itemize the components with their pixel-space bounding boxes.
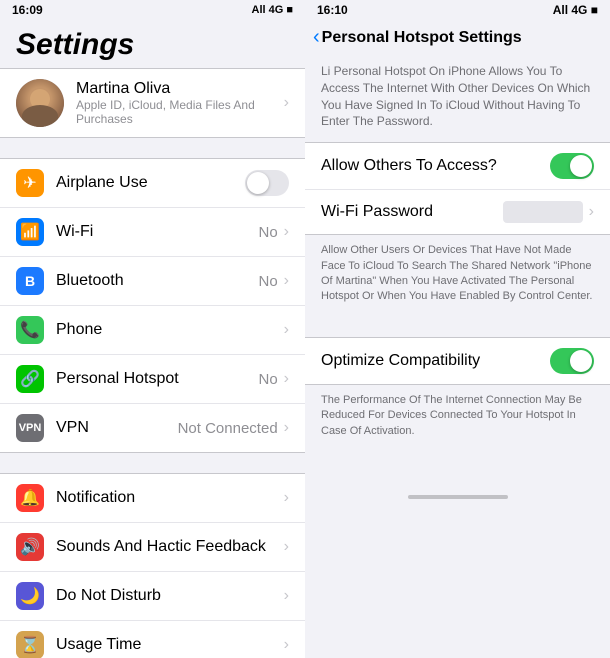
allow-group: Allow Others To Access? Wi-Fi Password › (305, 142, 610, 235)
avatar-image (16, 79, 64, 127)
notification-icon: 🔔 (16, 484, 44, 512)
vpn-label: VPN (56, 419, 178, 437)
right-time: 16:10 (317, 3, 348, 17)
wifi-chevron: › (284, 223, 289, 241)
usage-label: Usage Time (56, 636, 284, 654)
phone-label: Phone (56, 321, 284, 339)
bluetooth-chevron: › (284, 272, 289, 290)
sounds-chevron: › (284, 538, 289, 556)
dnd-chevron: › (284, 587, 289, 605)
wifi-value: No (258, 224, 277, 241)
phone-row[interactable]: 📞 Phone › (0, 306, 305, 355)
airplane-toggle[interactable] (245, 170, 289, 196)
left-network-info: All 4G ■ (252, 4, 293, 16)
sounds-icon: 🔊 (16, 533, 44, 561)
wifi-icon: 📶 (16, 218, 44, 246)
phone-chevron: › (284, 321, 289, 339)
left-time: 16:09 (12, 3, 43, 17)
hotspot-icon: 🔗 (16, 365, 44, 393)
hotspot-chevron: › (284, 370, 289, 388)
right-status-bar: 16:10 All 4G ■ (305, 0, 610, 20)
back-arrow-icon: ‹ (313, 26, 320, 49)
settings-title: Settings (0, 20, 305, 68)
right-network-info: All 4G ■ (553, 3, 598, 17)
vpn-row[interactable]: VPN VPN Not Connected › (0, 404, 305, 452)
profile-sub: Apple ID, iCloud, Media Files And Purcha… (76, 98, 284, 126)
left-network: All 4G (252, 4, 284, 16)
wifi-label: Wi-Fi (56, 223, 258, 241)
sounds-label: Sounds And Hactic Feedback (56, 538, 284, 556)
notification-row[interactable]: 🔔 Notification › (0, 474, 305, 523)
connectivity-group: ✈ Airplane Use 📶 Wi-Fi No › B Bluetooth … (0, 158, 305, 453)
bluetooth-label: Bluetooth (56, 272, 258, 290)
home-indicator (408, 495, 508, 499)
usage-row[interactable]: ⌛ Usage Time › (0, 621, 305, 658)
airplane-row[interactable]: ✈ Airplane Use (0, 159, 305, 208)
left-status-bar: 16:09 All 4G ■ (0, 0, 305, 20)
right-battery: ■ (591, 3, 598, 17)
right-header: ‹ Personal Hotspot Settings (305, 20, 610, 55)
hotspot-label: Personal Hotspot (56, 370, 258, 388)
bluetooth-row[interactable]: B Bluetooth No › (0, 257, 305, 306)
usage-icon: ⌛ (16, 631, 44, 658)
notification-label: Notification (56, 489, 284, 507)
right-network: All 4G (553, 3, 588, 17)
dnd-label: Do Not Disturb (56, 587, 284, 605)
right-panel: 16:10 All 4G ■ ‹ Personal Hotspot Settin… (305, 0, 610, 658)
dnd-icon: 🌙 (16, 582, 44, 610)
dnd-row[interactable]: 🌙 Do Not Disturb › (0, 572, 305, 621)
hotspot-value: No (258, 371, 277, 388)
wifi-password-label: Wi-Fi Password (321, 203, 503, 221)
left-panel: 16:09 All 4G ■ Settings Martina Oliva Ap… (0, 0, 305, 658)
phone-icon: 📞 (16, 316, 44, 344)
left-battery: ■ (286, 4, 293, 16)
optimize-label: Optimize Compatibility (321, 352, 550, 370)
profile-name: Martina Oliva (76, 80, 284, 98)
right-title: Personal Hotspot Settings (322, 29, 594, 47)
profile-info: Martina Oliva Apple ID, iCloud, Media Fi… (76, 80, 284, 126)
airplane-icon: ✈ (16, 169, 44, 197)
wifi-password-row[interactable]: Wi-Fi Password › (305, 190, 610, 234)
vpn-value: Not Connected (178, 420, 278, 437)
allow-access-label: Allow Others To Access? (321, 157, 550, 175)
wifi-password-field[interactable] (503, 201, 583, 223)
sounds-row[interactable]: 🔊 Sounds And Hactic Feedback › (0, 523, 305, 572)
hotspot-info: Li Personal Hotspot On iPhone Allows You… (305, 55, 610, 142)
wifi-password-chevron: › (589, 203, 594, 221)
bluetooth-value: No (258, 273, 277, 290)
allow-access-toggle[interactable] (550, 153, 594, 179)
allow-info: Allow Other Users Or Devices That Have N… (305, 235, 610, 317)
notifications-group: 🔔 Notification › 🔊 Sounds And Hactic Fee… (0, 473, 305, 658)
optimize-group: Optimize Compatibility (305, 337, 610, 385)
usage-chevron: › (284, 636, 289, 654)
notification-chevron: › (284, 489, 289, 507)
allow-access-row[interactable]: Allow Others To Access? (305, 143, 610, 190)
airplane-label: Airplane Use (56, 174, 245, 192)
optimize-info: The Performance Of The Internet Connecti… (305, 385, 610, 451)
hotspot-row[interactable]: 🔗 Personal Hotspot No › (0, 355, 305, 404)
optimize-row[interactable]: Optimize Compatibility (305, 338, 610, 384)
wifi-row[interactable]: 📶 Wi-Fi No › (0, 208, 305, 257)
vpn-chevron: › (284, 419, 289, 437)
profile-chevron: › (284, 94, 289, 112)
avatar (16, 79, 64, 127)
optimize-toggle[interactable] (550, 348, 594, 374)
right-content: Li Personal Hotspot On iPhone Allows You… (305, 55, 610, 658)
profile-row[interactable]: Martina Oliva Apple ID, iCloud, Media Fi… (0, 68, 305, 138)
vpn-icon: VPN (16, 414, 44, 442)
back-button[interactable]: ‹ (313, 26, 322, 49)
bluetooth-icon: B (16, 267, 44, 295)
section-gap (305, 317, 610, 337)
